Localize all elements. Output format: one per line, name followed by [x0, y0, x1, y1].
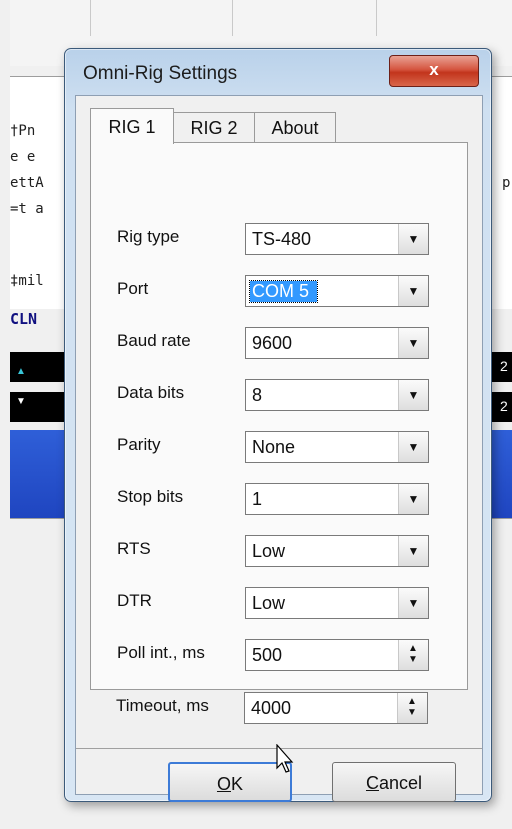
column-divider: [232, 0, 233, 36]
baud-rate-label: Baud rate: [117, 331, 191, 350]
up-marker-icon: ▲: [16, 366, 26, 377]
poll-interval-value: 500: [252, 645, 283, 665]
close-button[interactable]: x: [389, 55, 479, 87]
poll-interval-label: Poll int., ms: [117, 643, 205, 662]
omni-rig-settings-dialog: Omni-Rig Settings x RIG 1 RIG 2 About Ri…: [64, 48, 492, 802]
dialog-title: Omni-Rig Settings: [83, 63, 238, 84]
column-divider: [90, 0, 91, 36]
rig-1-tab-panel: Rig type TS-480 ▼ Port COM 5 ▼ Baud rate…: [90, 142, 468, 690]
poll-interval-spinner[interactable]: 500 ▲ ▼: [245, 639, 429, 671]
rts-label: RTS: [117, 539, 151, 558]
spin-down-icon[interactable]: ▼: [407, 708, 417, 718]
baud-rate-dropdown[interactable]: 9600 ▼: [245, 327, 429, 359]
cancel-mnemonic: C: [365, 773, 379, 793]
right-digit: 2: [500, 358, 508, 374]
chevron-down-icon[interactable]: ▼: [398, 484, 428, 514]
chevron-down-icon[interactable]: ▼: [398, 432, 428, 462]
timeout-label: Timeout, ms: [116, 696, 209, 715]
timeout-value: 4000: [251, 698, 292, 718]
ok-mnemonic: O: [216, 774, 231, 794]
dialog-client-area: RIG 1 RIG 2 About Rig type TS-480 ▼ Port…: [75, 95, 483, 802]
dtr-value: Low: [252, 593, 286, 613]
parity-value: None: [252, 437, 296, 457]
tab-about[interactable]: About: [254, 112, 336, 143]
rig-type-value: TS-480: [252, 229, 312, 249]
right-digit: 2: [500, 398, 508, 414]
spin-up-icon[interactable]: ▲: [407, 697, 417, 707]
down-marker-icon: ▼: [16, 396, 26, 407]
timeout-spinner[interactable]: 4000 ▲ ▼: [244, 692, 428, 724]
data-bits-dropdown[interactable]: 8 ▼: [245, 379, 429, 411]
editor-line: †Pn: [10, 123, 36, 139]
rig-type-label: Rig type: [117, 227, 180, 246]
chevron-down-icon[interactable]: ▼: [398, 328, 428, 358]
cln-label: CLN: [10, 310, 38, 328]
spin-arrows-icon[interactable]: ▲ ▼: [397, 693, 427, 723]
dtr-label: DTR: [117, 591, 152, 610]
rts-value: Low: [252, 541, 286, 561]
cancel-label-rest: ancel: [378, 773, 423, 793]
chevron-down-icon[interactable]: ▼: [398, 276, 428, 306]
parity-dropdown[interactable]: None ▼: [245, 431, 429, 463]
editor-line: ‡mil: [10, 273, 44, 289]
spin-down-icon[interactable]: ▼: [408, 655, 418, 665]
mouse-pointer-icon: [276, 744, 294, 773]
data-bits-value: 8: [252, 385, 263, 405]
data-bits-label: Data bits: [117, 383, 185, 402]
chevron-down-icon[interactable]: ▼: [398, 536, 428, 566]
close-icon: x: [429, 60, 439, 79]
tab-rig-1[interactable]: RIG 1: [90, 108, 174, 144]
editor-line: ettA: [10, 175, 44, 191]
stop-bits-value: 1: [252, 489, 263, 509]
cancel-button[interactable]: Cancel: [332, 762, 456, 802]
stop-bits-dropdown[interactable]: 1 ▼: [245, 483, 429, 515]
stop-bits-label: Stop bits: [117, 487, 184, 506]
editor-fragment: p: [502, 175, 511, 191]
tab-rig-2[interactable]: RIG 2: [172, 112, 256, 143]
ok-button[interactable]: OK: [168, 762, 292, 802]
spin-arrows-icon[interactable]: ▲ ▼: [398, 640, 428, 670]
dtr-dropdown[interactable]: Low ▼: [245, 587, 429, 619]
port-label: Port: [117, 279, 149, 298]
baud-rate-value: 9600: [252, 333, 293, 353]
column-divider: [376, 0, 377, 36]
chevron-down-icon[interactable]: ▼: [398, 588, 428, 618]
chevron-down-icon[interactable]: ▼: [398, 380, 428, 410]
chevron-down-icon[interactable]: ▼: [398, 224, 428, 254]
rig-type-dropdown[interactable]: TS-480 ▼: [245, 223, 429, 255]
port-dropdown[interactable]: COM 5 ▼: [245, 275, 429, 307]
port-value: COM 5: [248, 280, 319, 303]
editor-line: =t a: [10, 201, 44, 217]
editor-line: e e: [10, 149, 36, 165]
spin-up-icon[interactable]: ▲: [408, 644, 418, 654]
ok-label-rest: K: [231, 774, 244, 794]
background-header-strip: [10, 0, 512, 37]
rts-dropdown[interactable]: Low ▼: [245, 535, 429, 567]
parity-label: Parity: [117, 435, 161, 454]
